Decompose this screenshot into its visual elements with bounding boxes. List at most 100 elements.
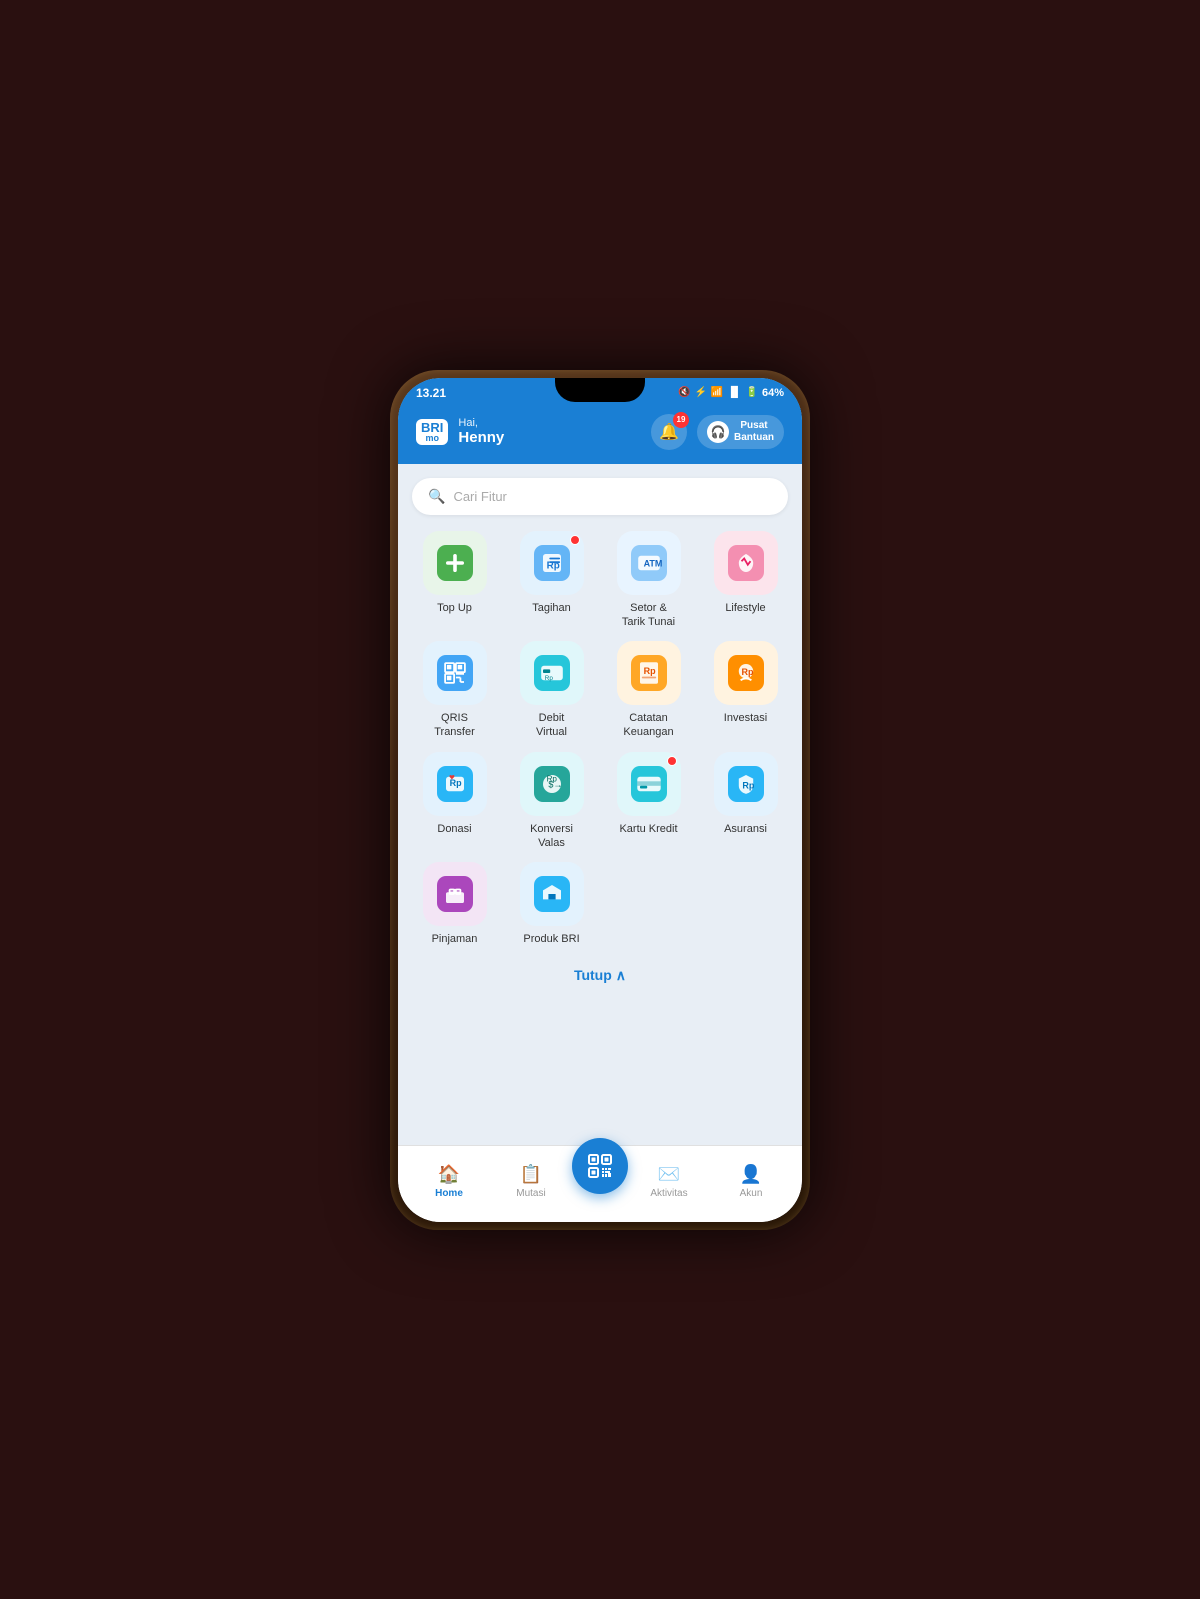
feature-label-qris-transfer: QRIS Transfer (434, 711, 475, 740)
feature-label-investasi: Investasi (724, 711, 767, 725)
feature-icon-wrap-top-up (423, 531, 487, 595)
notch (555, 378, 645, 402)
tutup-label: Tutup (574, 967, 612, 983)
feature-debit-virtual[interactable]: Rp Debit Virtual (509, 641, 594, 740)
nav-item-akun[interactable]: 👤 Akun (710, 1164, 792, 1199)
bri-brand-top: BRI (421, 421, 443, 434)
svg-text:ATM: ATM (643, 558, 662, 568)
feature-icon-wrap-lifestyle (714, 531, 778, 595)
mutasi-icon: 📋 (520, 1164, 542, 1185)
svg-text:Rp: Rp (449, 777, 461, 787)
feature-tagihan[interactable]: Rp Tagihan (509, 531, 594, 630)
mute-icon: 🔇 (678, 387, 690, 398)
feature-icon-wrap-konversi-valas: $→Rp (520, 752, 584, 816)
nav-item-aktivitas[interactable]: ✉️ Aktivitas (628, 1164, 710, 1199)
feature-icon-wrap-debit-virtual: Rp (520, 641, 584, 705)
feature-donasi[interactable]: Rp Donasi (412, 752, 497, 851)
feature-produk-bri[interactable]: Produk BRI (509, 862, 594, 946)
main-content: 🔍 Cari Fitur Top Up Rp Tagihan ATM Setor & T… (398, 464, 802, 1145)
aktivitas-label: Aktivitas (650, 1188, 687, 1199)
feature-asuransi[interactable]: Rp Asuransi (703, 752, 788, 851)
notif-badge: 19 (673, 412, 689, 428)
feature-label-kartu-kredit: Kartu Kredit (619, 822, 677, 836)
notification-dot-tagihan (570, 535, 580, 545)
svg-text:Rp: Rp (741, 667, 753, 677)
feature-label-top-up: Top Up (437, 601, 472, 615)
status-right: 🔇 ⚡ 📶 ▐▌ 🔋 64% (678, 387, 784, 399)
feature-setor-tarik[interactable]: ATM Setor & Tarik Tunai (606, 531, 691, 630)
feature-label-asuransi: Asuransi (724, 822, 767, 836)
feature-icon-wrap-produk-bri (520, 862, 584, 926)
svg-text:Rp: Rp (742, 780, 754, 790)
feature-investasi[interactable]: Rp Investasi (703, 641, 788, 740)
signal-icon: ▐▌ (727, 387, 741, 398)
home-icon: 🏠 (438, 1164, 460, 1185)
feature-icon-wrap-qris-transfer (423, 641, 487, 705)
search-bar[interactable]: 🔍 Cari Fitur (412, 478, 788, 515)
feature-icon-wrap-asuransi: Rp (714, 752, 778, 816)
pusat-bantuan-label: Pusat Bantuan (734, 420, 774, 444)
greeting-label: Hai, (458, 417, 504, 429)
qris-icon (586, 1152, 614, 1180)
status-time: 13.21 (416, 386, 446, 400)
feature-lifestyle[interactable]: Lifestyle (703, 531, 788, 630)
phone-outer: 13.21 🔇 ⚡ 📶 ▐▌ 🔋 64% BRI mo (390, 370, 810, 1230)
qris-center-button[interactable] (572, 1138, 628, 1194)
feature-icon-wrap-tagihan: Rp (520, 531, 584, 595)
wifi-icon: 📶 (711, 387, 723, 398)
feature-label-konversi-valas: Konversi Valas (530, 822, 573, 851)
phone-inner: 13.21 🔇 ⚡ 📶 ▐▌ 🔋 64% BRI mo (398, 378, 802, 1222)
feature-label-setor-tarik: Setor & Tarik Tunai (622, 601, 675, 630)
feature-icon-wrap-pinjaman (423, 862, 487, 926)
akun-label: Akun (740, 1188, 763, 1199)
feature-icon-wrap-catatan-keuangan: Rp (617, 641, 681, 705)
header-actions: 🔔 19 🎧 Pusat Bantuan (651, 414, 784, 450)
feature-qris-transfer[interactable]: QRIS Transfer (412, 641, 497, 740)
features-grid: Top Up Rp Tagihan ATM Setor & Tarik Tunai Lif… (412, 531, 788, 947)
bri-brand-bottom: mo (425, 434, 439, 443)
headset-icon: 🎧 (707, 421, 729, 443)
feature-label-catatan-keuangan: Catatan Keuangan (623, 711, 673, 740)
notification-dot-kartu-kredit (667, 756, 677, 766)
feature-icon-wrap-setor-tarik: ATM (617, 531, 681, 595)
feature-icon-wrap-donasi: Rp (423, 752, 487, 816)
nav-item-mutasi[interactable]: 📋 Mutasi (490, 1164, 572, 1199)
pusat-bantuan-button[interactable]: 🎧 Pusat Bantuan (697, 415, 784, 449)
battery-percent: 64% (762, 387, 784, 399)
svg-text:Rp: Rp (643, 666, 655, 676)
battery-icon: 🔋 (746, 387, 758, 398)
search-placeholder-text: Cari Fitur (453, 489, 506, 504)
svg-text:Rp: Rp (546, 774, 557, 783)
feature-kartu-kredit[interactable]: Kartu Kredit (606, 752, 691, 851)
brand-section: BRI mo Hai, Henny (416, 417, 504, 446)
screen: 13.21 🔇 ⚡ 📶 ▐▌ 🔋 64% BRI mo (398, 378, 802, 1222)
feature-label-donasi: Donasi (437, 822, 471, 836)
bottom-nav: 🏠 Home 📋 Mutasi (398, 1145, 802, 1222)
feature-top-up[interactable]: Top Up (412, 531, 497, 630)
feature-label-pinjaman: Pinjaman (432, 932, 478, 946)
feature-konversi-valas[interactable]: $→Rp Konversi Valas (509, 752, 594, 851)
bri-logo-box: BRI mo (416, 419, 448, 445)
tutup-button[interactable]: Tutup ∧ (412, 957, 788, 990)
feature-label-debit-virtual: Debit Virtual (536, 711, 567, 740)
mutasi-label: Mutasi (516, 1188, 545, 1199)
feature-label-tagihan: Tagihan (532, 601, 571, 615)
nav-item-home[interactable]: 🏠 Home (408, 1164, 490, 1199)
user-name: Henny (458, 429, 504, 446)
status-bar: 13.21 🔇 ⚡ 📶 ▐▌ 🔋 64% (398, 378, 802, 404)
feature-label-lifestyle: Lifestyle (725, 601, 765, 615)
akun-icon: 👤 (740, 1164, 762, 1185)
bluetooth-icon: ⚡ (694, 387, 706, 398)
chevron-up-icon: ∧ (616, 967, 626, 984)
feature-label-produk-bri: Produk BRI (523, 932, 579, 946)
svg-text:Rp: Rp (544, 675, 553, 682)
aktivitas-icon: ✉️ (658, 1164, 680, 1185)
feature-icon-wrap-investasi: Rp (714, 641, 778, 705)
feature-icon-wrap-kartu-kredit (617, 752, 681, 816)
feature-pinjaman[interactable]: Pinjaman (412, 862, 497, 946)
feature-catatan-keuangan[interactable]: Rp Catatan Keuangan (606, 641, 691, 740)
search-icon: 🔍 (428, 488, 445, 505)
home-label: Home (435, 1188, 463, 1199)
app-header: BRI mo Hai, Henny 🔔 19 🎧 Pusat (398, 404, 802, 464)
notification-button[interactable]: 🔔 19 (651, 414, 687, 450)
